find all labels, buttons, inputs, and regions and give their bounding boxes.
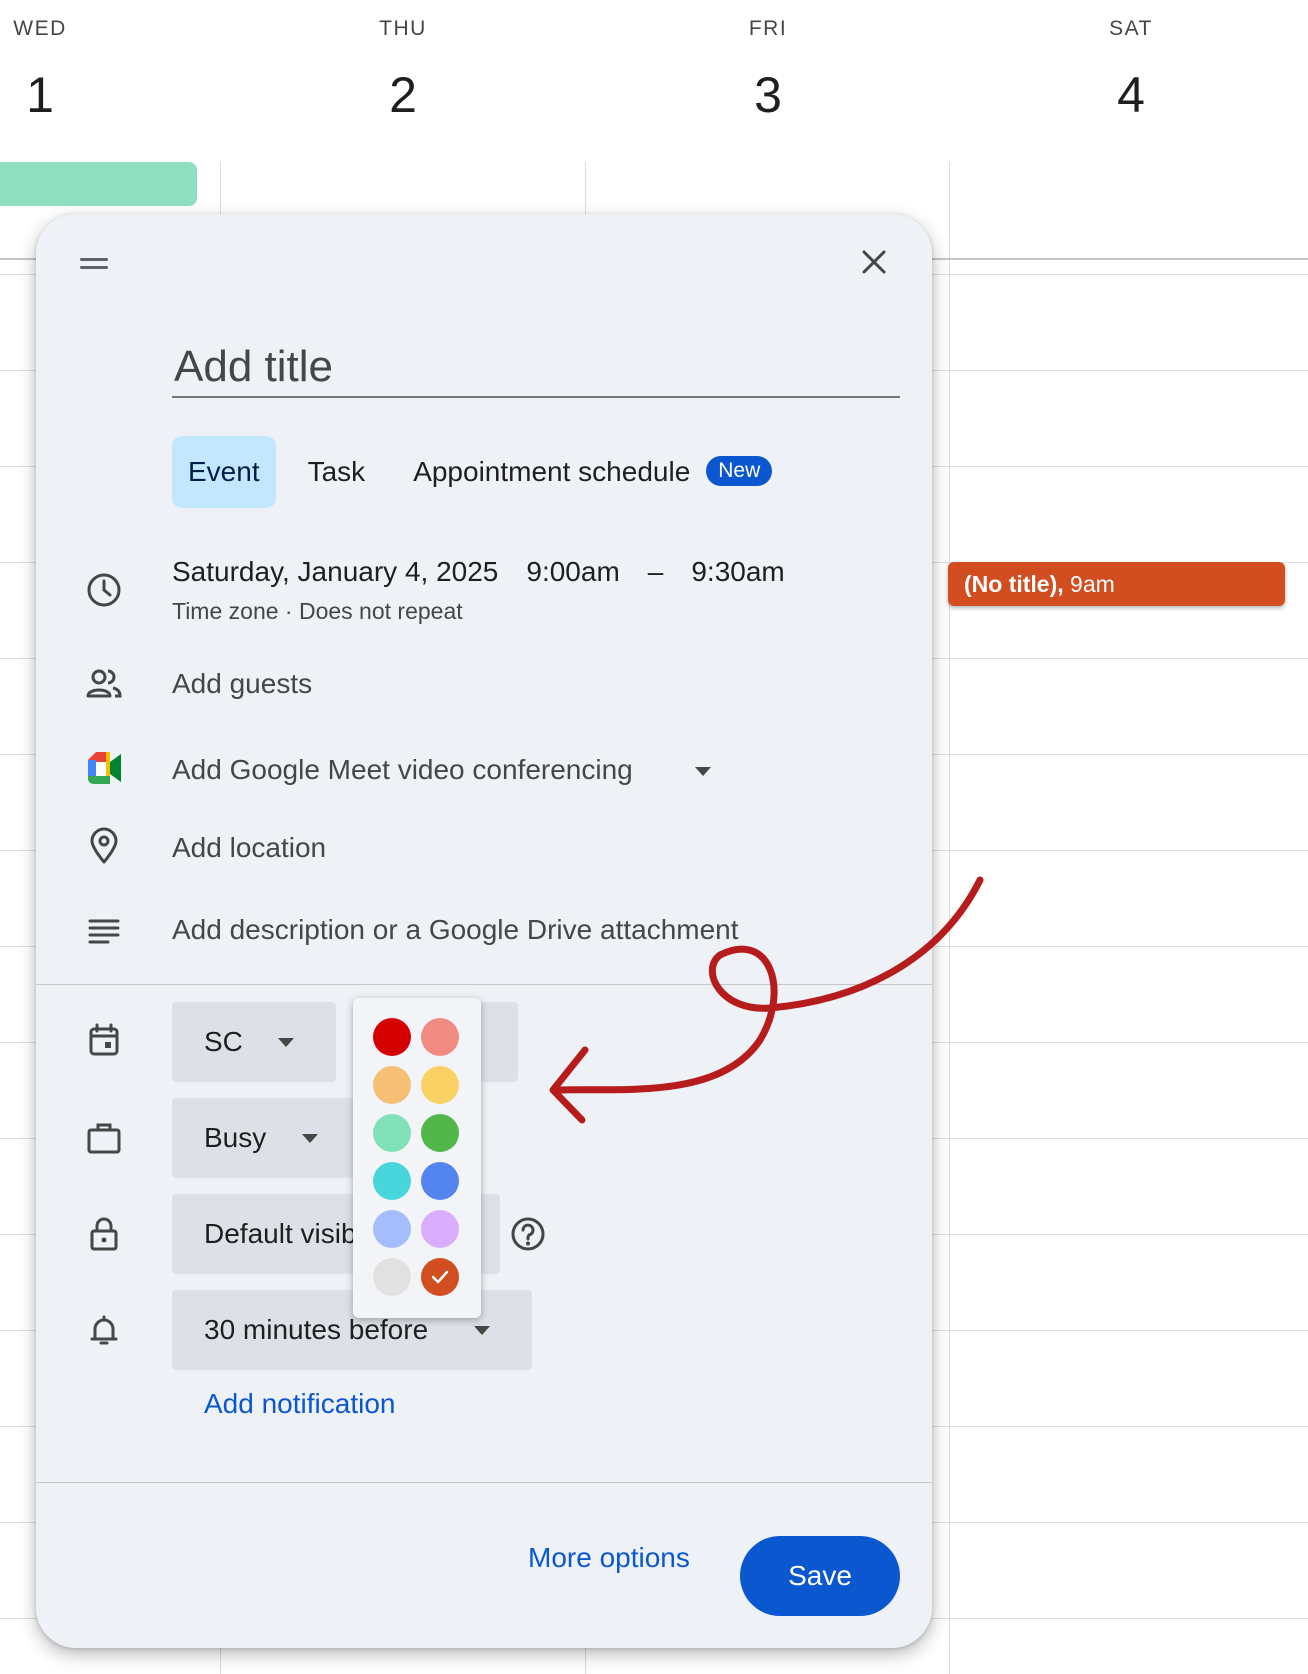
location-pin-icon [84,826,124,866]
color-swatch[interactable] [373,1210,411,1248]
add-notification-link[interactable]: Add notification [204,1388,395,1420]
calendar-select-value: SC [204,1026,243,1057]
drag-handle-icon[interactable] [80,258,108,274]
color-swatch-selected[interactable] [421,1258,459,1296]
lock-icon [84,1214,124,1254]
title-input[interactable] [172,338,900,398]
close-icon [862,250,886,274]
color-swatch[interactable] [373,1114,411,1152]
timezone-repeat-line[interactable]: Time zone · Does not repeat [172,598,463,625]
day-number[interactable]: 1 [0,66,100,124]
description-icon [84,910,124,950]
color-swatch[interactable] [373,1018,411,1056]
event-time: 9am [1070,571,1115,597]
event-date[interactable]: Saturday, January 4, 2025 [172,556,498,587]
day-number[interactable]: 4 [1071,66,1191,124]
footer-divider [36,1482,932,1483]
day-number[interactable]: 2 [343,66,463,124]
help-icon[interactable] [508,1214,548,1254]
event-datetime[interactable]: Saturday, January 4, 2025 9:00am –9:30am [172,556,813,588]
tab-appointment-schedule[interactable]: Appointment schedule New [397,436,788,508]
color-swatch[interactable] [373,1066,411,1104]
day-name: THU [379,17,427,40]
chevron-down-icon [302,1134,318,1143]
tab-label: Appointment schedule [413,456,691,487]
add-google-meet[interactable]: Add Google Meet video conferencing [172,754,711,786]
event-title: (No title), [964,571,1064,597]
day-name: SAT [1109,17,1153,40]
color-swatch[interactable] [373,1258,411,1296]
color-swatch[interactable] [421,1162,459,1200]
color-swatch[interactable] [421,1018,459,1056]
briefcase-icon [84,1118,124,1158]
add-guests[interactable]: Add guests [172,668,312,700]
day-name: FRI [748,17,788,40]
color-swatch[interactable] [421,1210,459,1248]
close-button[interactable] [854,242,894,282]
people-icon [84,664,124,704]
tab-task[interactable]: Task [292,436,382,508]
add-location[interactable]: Add location [172,832,326,864]
allday-event[interactable] [0,162,197,206]
calendar-select[interactable]: SC [172,1002,336,1082]
availability-select[interactable]: Busy [172,1098,368,1178]
chevron-down-icon[interactable] [694,767,711,777]
new-event-chip[interactable]: (No title), 9am [948,562,1285,606]
tab-event[interactable]: Event [172,436,276,508]
color-swatch[interactable] [373,1162,411,1200]
chevron-down-icon [278,1038,294,1047]
day-number[interactable]: 3 [708,66,828,124]
color-swatch[interactable] [421,1114,459,1152]
chevron-down-icon [474,1326,490,1335]
more-options-button[interactable]: More options [528,1542,690,1574]
day-column-divider [949,162,950,1674]
section-divider [36,984,932,985]
event-type-tabs: Event Task Appointment schedule New [172,436,804,508]
clock-icon [84,570,124,610]
save-button[interactable]: Save [740,1536,900,1616]
color-picker-popup [353,998,481,1318]
meet-label: Add Google Meet video conferencing [172,754,633,785]
notification-value: 30 minutes before [204,1314,429,1345]
add-description[interactable]: Add description or a Google Drive attach… [172,914,739,946]
event-start-time[interactable]: 9:00am [526,556,619,587]
google-meet-icon [84,748,124,788]
availability-value: Busy [204,1122,267,1153]
day-name: WED [13,17,67,40]
time-dash: – [647,556,664,587]
event-end-time[interactable]: 9:30am [691,556,784,587]
checkmark-icon [431,1270,449,1284]
new-badge: New [706,455,773,486]
bell-icon [84,1310,124,1350]
calendar-icon [84,1020,124,1060]
quick-event-dialog: Event Task Appointment schedule New Satur… [36,214,932,1648]
color-swatch[interactable] [421,1066,459,1104]
